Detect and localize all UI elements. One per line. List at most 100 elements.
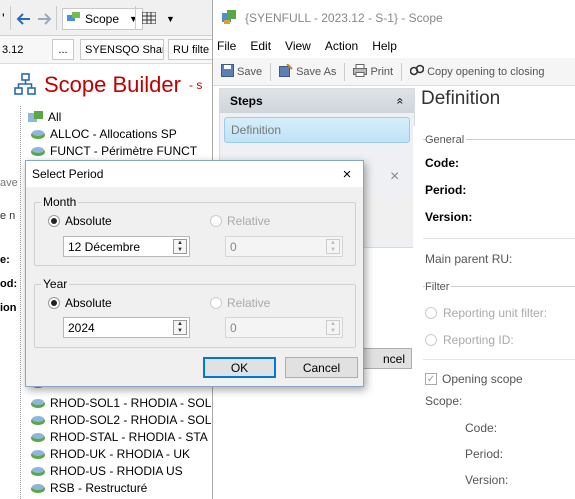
chevron-down-icon: ▼ xyxy=(129,14,138,24)
menu-file[interactable]: File xyxy=(217,39,236,53)
month-relative-radio[interactable]: Relative xyxy=(210,214,270,228)
opening-scope-label: Opening scope xyxy=(442,372,523,386)
share-path-field[interactable]: SYENSQO Shar... xyxy=(80,39,164,60)
month-relative-value: 0 xyxy=(230,239,237,254)
tree-node[interactable]: ALLOC - Allocations SP xyxy=(30,126,177,141)
obscured-text: e: xyxy=(0,254,10,266)
tree-node[interactable]: RHOD-SOL2 - RHODIA - SOL xyxy=(30,412,211,427)
tree-node[interactable]: RHOD-SOL1 - RHODIA - SOL xyxy=(30,395,211,410)
spin-arrows-icon[interactable]: ▲ ▼ xyxy=(326,320,340,335)
tree-node-label: RHOD-STAL - RHODIA - STA xyxy=(50,429,208,444)
copy-icon xyxy=(409,64,425,79)
year-group: Year Absolute Relative 2024 ▲ ▼ 0 ▲ ▼ xyxy=(34,277,356,348)
tree-node-all[interactable]: All xyxy=(28,109,61,124)
obscured-text: e n xyxy=(0,210,16,222)
reporting-unit-filter-radio[interactable]: Reporting unit filter: xyxy=(425,306,547,320)
back-arrow-icon[interactable] xyxy=(16,8,32,30)
scope-node-icon xyxy=(30,431,46,443)
period-label: Period: xyxy=(425,183,467,197)
scope-node-icon xyxy=(28,110,44,123)
year-relative-value: 0 xyxy=(230,320,237,335)
step-definition[interactable]: Definition xyxy=(224,117,410,143)
scope-dropdown[interactable]: Scope ▼ xyxy=(62,8,143,30)
page-title: Scope Builder xyxy=(44,72,181,97)
opening-scope-checkbox[interactable]: ✓ Opening scope xyxy=(425,372,523,386)
radio-label: Absolute xyxy=(65,214,112,228)
tree-node-label: RHOD-SOL1 - RHODIA - SOL xyxy=(50,395,212,410)
month-group-label: Month xyxy=(41,195,79,209)
radio-label: Relative xyxy=(227,296,271,310)
cancel-button[interactable]: Cancel xyxy=(285,357,358,378)
menu-edit[interactable]: Edit xyxy=(250,39,271,53)
divider xyxy=(423,359,575,360)
save-as-icon xyxy=(279,62,293,80)
close-icon[interactable]: × xyxy=(390,168,399,186)
dialog-title: Select Period xyxy=(26,161,363,187)
scope-window-titlebar: {SYENFULL - 2023.12 - S-1} - Scope xyxy=(213,0,575,36)
year-absolute-spinner[interactable]: 2024 ▲ ▼ xyxy=(63,317,190,338)
obscured-panel xyxy=(363,196,413,240)
menu-help[interactable]: Help xyxy=(372,39,397,53)
tree-node[interactable]: RSB - Restructuré xyxy=(30,480,147,495)
close-icon[interactable]: × xyxy=(331,161,363,187)
save-as-button[interactable]: Save As xyxy=(275,62,340,82)
spin-arrows-icon[interactable]: ▲ ▼ xyxy=(173,239,187,254)
toolbar-separator xyxy=(56,6,57,30)
reporting-id-label: Reporting ID: xyxy=(443,333,514,347)
tree-node[interactable]: RHOD-US - RHODIA US xyxy=(30,463,183,478)
scope-label: Scope: xyxy=(425,394,463,408)
general-group-label: General xyxy=(425,134,467,146)
year-absolute-radio[interactable]: Absolute xyxy=(48,296,112,310)
save-icon xyxy=(221,63,234,80)
tree-node-label: All xyxy=(48,109,62,124)
tree-node-label: FUNCT - Périmètre FUNCT xyxy=(50,143,198,158)
print-icon xyxy=(353,63,368,80)
forward-arrow-icon[interactable] xyxy=(36,8,52,30)
scope-node-icon xyxy=(30,482,46,494)
reporting-id-radio[interactable]: Reporting ID: xyxy=(425,333,514,347)
tree-node[interactable]: RHOD-UK - RHODIA - UK xyxy=(30,446,190,461)
tree-node[interactable]: RHOD-STAL - RHODIA - STA xyxy=(30,429,208,444)
definition-header: Definition xyxy=(421,88,501,109)
grid-icon xyxy=(141,11,157,27)
spin-arrows-icon[interactable]: ▲ ▼ xyxy=(173,320,187,335)
radio-icon xyxy=(210,297,222,309)
save-button[interactable]: Save xyxy=(217,62,266,82)
copy-opening-button[interactable]: Copy opening to closing xyxy=(406,62,548,82)
steps-header: Steps « xyxy=(220,89,414,113)
toolbar-separator xyxy=(270,62,272,81)
year-relative-spinner[interactable]: 0 ▲ ▼ xyxy=(225,317,343,338)
scope-node-icon xyxy=(30,128,46,140)
year-relative-radio[interactable]: Relative xyxy=(210,296,270,310)
checkmark-icon: ✓ xyxy=(425,373,437,385)
tree-node[interactable]: FUNCT - Périmètre FUNCT xyxy=(30,143,197,158)
year-value: 2024 xyxy=(68,320,95,335)
month-absolute-spinner[interactable]: 12 Décembre ▲ ▼ xyxy=(63,236,190,257)
main-toolbar: ' Scope ▼ ▼ xyxy=(0,0,212,36)
menu-action[interactable]: Action xyxy=(325,39,358,53)
spin-arrows-icon[interactable]: ▲ ▼ xyxy=(326,239,340,254)
menu-view[interactable]: View xyxy=(285,39,311,53)
version-label: Version: xyxy=(425,210,473,224)
main-parent-ru-label: Main parent RU: xyxy=(425,252,513,266)
month-relative-spinner[interactable]: 0 ▲ ▼ xyxy=(225,236,343,257)
copy-opening-label: Copy opening to closing xyxy=(427,65,545,78)
scope-dropdown-label: Scope xyxy=(85,12,120,26)
month-absolute-radio[interactable]: Absolute xyxy=(48,214,112,228)
steps-title: Steps xyxy=(230,94,263,108)
toolbar-separator xyxy=(401,62,403,81)
menu-bar: File Edit View Action Help xyxy=(213,36,575,56)
scope-version-label: Version: xyxy=(465,473,509,487)
grid-view-dropdown[interactable]: ▼ xyxy=(141,8,175,30)
radio-selected-icon xyxy=(48,215,60,227)
page-title-suffix: - s xyxy=(188,78,203,92)
window-title: {SYENFULL - 2023.12 - S-1} - Scope xyxy=(245,11,443,25)
ru-filter-field[interactable]: RU filte xyxy=(168,39,218,60)
tree-line xyxy=(20,106,21,499)
collapse-icon[interactable]: « xyxy=(394,98,408,105)
code-label: Code: xyxy=(425,156,459,170)
ok-button[interactable]: OK xyxy=(203,357,276,378)
toolbar-grip: ' xyxy=(2,10,5,26)
ellipsis-button[interactable]: ... xyxy=(52,39,74,60)
print-button[interactable]: Print xyxy=(349,62,397,82)
